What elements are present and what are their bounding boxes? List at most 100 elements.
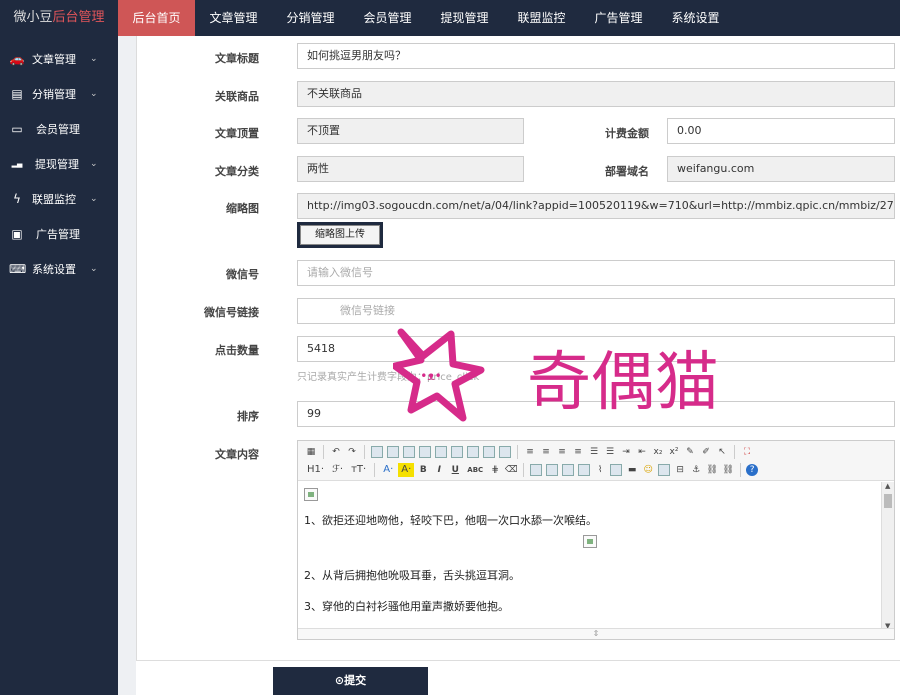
nav-members[interactable]: 会员管理: [349, 0, 426, 36]
toolbar-row-1: ▦ ↶ ↷ ≡ ≡ ≡ ≡ ☰ ☰ ⇥ ⇤ x₂ x² ✎ ✐ ↖ ⛶: [304, 443, 754, 461]
attachment-icon[interactable]: ⌇: [593, 463, 607, 477]
format-brush-icon[interactable]: ✐: [699, 445, 713, 459]
align-center-icon[interactable]: ≡: [539, 445, 553, 459]
hr-icon[interactable]: ⋕: [488, 463, 502, 477]
category-select[interactable]: 两性: [297, 156, 524, 182]
scroll-up-icon[interactable]: ▲: [885, 482, 890, 490]
category-label: 文章分类: [215, 165, 259, 178]
unordered-list-icon[interactable]: ☰: [603, 445, 617, 459]
nav-withdraw[interactable]: 提现管理: [426, 0, 503, 36]
top-nav: 后台首页 文章管理 分销管理 会员管理 提现管理 联盟监控 广告管理 系统设置: [118, 0, 734, 36]
wechat-link-label: 微信号链接: [204, 306, 259, 319]
subscript-icon[interactable]: x₂: [651, 445, 665, 459]
font-size-dropdown[interactable]: ᴛT·: [348, 463, 369, 477]
rich-text-editor: ▦ ↶ ↷ ≡ ≡ ≡ ≡ ☰ ☰ ⇥ ⇤ x₂ x² ✎ ✐ ↖ ⛶ H1· …: [297, 440, 895, 640]
font-family-dropdown[interactable]: ℱ·: [329, 463, 346, 477]
superscript-icon[interactable]: x²: [667, 445, 681, 459]
chevron-down-icon: ⌄: [90, 89, 98, 99]
clear-format-icon[interactable]: ✎: [683, 445, 697, 459]
italic-icon[interactable]: I: [432, 463, 446, 477]
nav-alliance[interactable]: 联盟监控: [503, 0, 580, 36]
table-icon[interactable]: [530, 464, 543, 476]
align-right-icon[interactable]: ≡: [555, 445, 569, 459]
align-left-icon[interactable]: ≡: [523, 445, 537, 459]
link-icon[interactable]: [562, 464, 575, 476]
brand-logo[interactable]: 微小豆后台管理: [0, 0, 118, 36]
strikethrough-icon[interactable]: ABC: [464, 463, 486, 477]
template-icon[interactable]: [419, 446, 431, 458]
sort-input[interactable]: 99: [297, 401, 895, 427]
chevron-down-icon: ⌄: [90, 159, 98, 169]
heading-dropdown[interactable]: H1·: [304, 463, 327, 477]
undo-icon[interactable]: ↶: [329, 445, 343, 459]
media-icon[interactable]: [610, 464, 623, 476]
paste-icon[interactable]: [467, 446, 479, 458]
underline-icon[interactable]: U: [448, 463, 462, 477]
cut-icon[interactable]: [435, 446, 447, 458]
sidebar-item-ads[interactable]: ▣ 广告管理: [0, 217, 118, 252]
fullscreen-icon[interactable]: ⛶: [740, 445, 754, 459]
scroll-thumb[interactable]: [884, 494, 892, 508]
sidebar-item-label: 文章管理: [32, 53, 76, 66]
sidebar-item-distribution[interactable]: ▤ 分销管理 ⌄: [0, 77, 118, 112]
sidebar-item-settings[interactable]: ⌨ 系统设置 ⌄: [0, 252, 118, 287]
sidebar-item-withdraw[interactable]: ▂▄ 提现管理 ⌄: [0, 147, 118, 182]
help-icon[interactable]: ?: [746, 464, 759, 476]
preview-icon[interactable]: [403, 446, 415, 458]
copy-icon[interactable]: [451, 446, 463, 458]
paste-text-icon[interactable]: [483, 446, 495, 458]
wechat-input[interactable]: 请输入微信号: [297, 260, 895, 286]
submit-button[interactable]: ⊙提交: [273, 667, 428, 695]
insert-link-icon[interactable]: ⛓: [705, 463, 719, 477]
code-icon[interactable]: ▬: [625, 463, 639, 477]
nav-settings[interactable]: 系统设置: [657, 0, 734, 36]
editor-toolbar: ▦ ↶ ↷ ≡ ≡ ≡ ≡ ☰ ☰ ⇥ ⇤ x₂ x² ✎ ✐ ↖ ⛶ H1· …: [298, 441, 894, 481]
editor-resize-handle[interactable]: ⇕: [298, 628, 894, 639]
top-label: 文章顶置: [215, 127, 259, 140]
nav-home[interactable]: 后台首页: [118, 0, 195, 36]
find-icon[interactable]: [371, 446, 383, 458]
fee-input[interactable]: 0.00: [667, 118, 895, 144]
paste-word-icon[interactable]: [499, 446, 511, 458]
top-select[interactable]: 不顶置: [297, 118, 524, 144]
thumb-url-input[interactable]: http://img03.sogoucdn.com/net/a/04/link?…: [297, 193, 895, 219]
select-all-icon[interactable]: ↖: [715, 445, 729, 459]
redo-icon[interactable]: ↷: [345, 445, 359, 459]
outdent-icon[interactable]: ⇤: [635, 445, 649, 459]
wechat-link-input[interactable]: 微信号链接: [297, 298, 895, 324]
indent-icon[interactable]: ⇥: [619, 445, 633, 459]
car-icon: 🚗: [9, 52, 25, 66]
anchor-icon[interactable]: ⚓: [689, 463, 703, 477]
nav-articles[interactable]: 文章管理: [195, 0, 272, 36]
sidebar-item-alliance[interactable]: ϟ 联盟监控 ⌄: [0, 182, 118, 217]
editor-scrollbar[interactable]: ▲ ▼: [881, 482, 894, 630]
thumb-label: 缩略图: [226, 202, 259, 215]
remove-link-icon[interactable]: ⛓: [721, 463, 735, 477]
print-icon[interactable]: [387, 446, 399, 458]
sidebar-item-label: 联盟监控: [32, 193, 76, 206]
align-justify-icon[interactable]: ≡: [571, 445, 585, 459]
domain-select[interactable]: weifangu.com: [667, 156, 895, 182]
product-select[interactable]: 不关联商品: [297, 81, 895, 107]
upload-button-label: 缩略图上传: [300, 225, 380, 245]
font-color-dropdown[interactable]: A·: [380, 463, 396, 477]
top-bar: 微小豆后台管理 后台首页 文章管理 分销管理 会员管理 提现管理 联盟监控 广告…: [0, 0, 900, 36]
title-input[interactable]: 如何挑逗男朋友吗？: [297, 43, 895, 69]
nav-ads[interactable]: 广告管理: [580, 0, 657, 36]
unlink-icon[interactable]: [578, 464, 591, 476]
editor-content-area[interactable]: 1、欲拒还迎地吻他，轻咬下巴，他咽一次口水舔一次喉结。 2、从背后拥抱他吮吸耳垂…: [298, 482, 882, 630]
eraser-icon[interactable]: ⌫: [504, 463, 518, 477]
clicks-input[interactable]: 5418: [297, 336, 895, 362]
source-icon[interactable]: ▦: [304, 445, 318, 459]
ordered-list-icon[interactable]: ☰: [587, 445, 601, 459]
sidebar-item-members[interactable]: ▭ 会员管理: [0, 112, 118, 147]
emoji-icon[interactable]: ☺: [641, 463, 655, 477]
background-color-dropdown[interactable]: A·: [398, 463, 415, 477]
thumb-upload-button[interactable]: 缩略图上传: [297, 222, 383, 248]
bold-icon[interactable]: B: [416, 463, 430, 477]
nav-distribution[interactable]: 分销管理: [272, 0, 349, 36]
image-icon[interactable]: [658, 464, 671, 476]
pagebreak-icon[interactable]: ⊟: [673, 463, 687, 477]
table-insert-icon[interactable]: [546, 464, 559, 476]
sidebar-item-articles[interactable]: 🚗 文章管理 ⌄: [0, 42, 118, 77]
